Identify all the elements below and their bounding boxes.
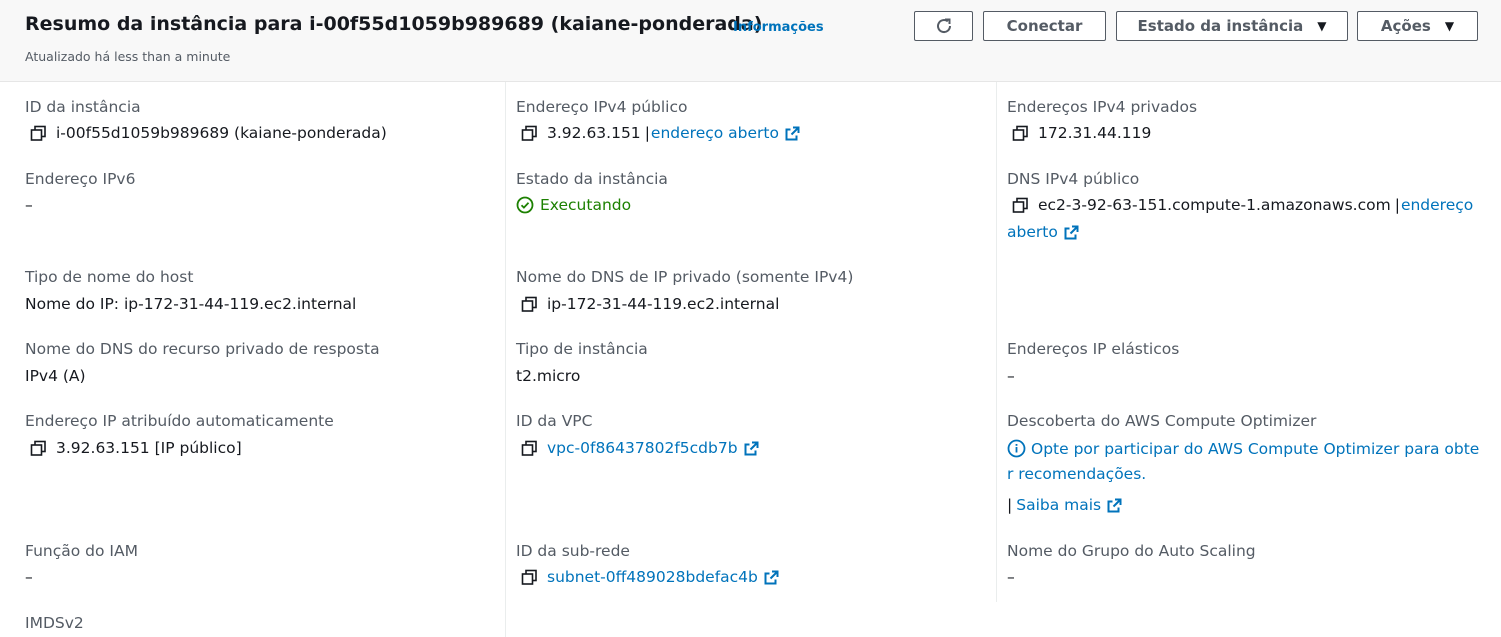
private-ipv4-label: Endereços IPv4 privados <box>1007 98 1198 116</box>
instance-state-text: Executando <box>540 196 632 214</box>
private-ipv4-value: 172.31.44.119 <box>1012 124 1151 142</box>
answer-dns-label: Nome do DNS do recurso privado de respos… <box>25 340 380 358</box>
instance-id-value: i-00f55d1059b989689 (kaiane-ponderada) <box>30 124 387 142</box>
public-dns-link-continued: aberto <box>1007 223 1080 241</box>
public-dns-text: ec2-3-92-63-151.compute-1.amazonaws.com <box>1038 196 1391 214</box>
summary-header: Resumo da instância para i-00f55d1059b98… <box>0 0 1501 82</box>
refresh-icon <box>936 18 951 34</box>
ipv6-label: Endereço IPv6 <box>25 170 136 188</box>
external-link-icon[interactable] <box>1106 497 1123 514</box>
private-ipv4-text: 172.31.44.119 <box>1038 124 1152 142</box>
copy-icon[interactable] <box>521 440 538 457</box>
external-link-icon[interactable] <box>763 569 780 586</box>
compute-optimizer-label: Descoberta do AWS Compute Optimizer <box>1007 412 1317 430</box>
private-dns-value: ip-172-31-44-119.ec2.internal <box>521 295 779 313</box>
private-dns-label: Nome do DNS de IP privado (somente IPv4) <box>516 268 854 286</box>
copy-icon[interactable] <box>30 440 47 457</box>
copy-icon[interactable] <box>1012 197 1029 214</box>
column-divider <box>505 82 506 637</box>
column-divider <box>996 82 997 602</box>
external-link-icon[interactable] <box>1063 224 1080 241</box>
connect-button[interactable]: Conectar <box>983 11 1106 41</box>
instance-state-value: Executando <box>516 196 631 214</box>
vpc-id-link[interactable]: vpc-0f86437802f5cdb7b <box>547 439 738 457</box>
check-circle-icon <box>516 196 534 214</box>
subnet-id-value: subnet-0ff489028bdefac4b <box>521 568 780 586</box>
opt-in-link[interactable]: Opte por participar do AWS Compute Optim… <box>1031 440 1479 458</box>
caret-down-icon: ▼ <box>1444 19 1455 33</box>
asg-name-value: – <box>1007 568 1015 586</box>
elastic-ips-label: Endereços IP elásticos <box>1007 340 1180 358</box>
public-ipv4-label: Endereço IPv4 público <box>516 98 688 116</box>
ipv6-value: – <box>25 196 33 214</box>
instance-id-text: i-00f55d1059b989689 (kaiane-ponderada) <box>56 124 387 142</box>
copy-icon[interactable] <box>521 296 538 313</box>
answer-dns-value: IPv4 (A) <box>25 367 86 385</box>
instance-type-label: Tipo de instância <box>516 340 648 358</box>
separator: | <box>1007 496 1013 514</box>
subnet-id-link[interactable]: subnet-0ff489028bdefac4b <box>547 568 758 586</box>
imdsv2-label: IMDSv2 <box>25 614 84 632</box>
info-icon <box>1007 439 1026 458</box>
public-ipv4-value: 3.92.63.151 | endereço aberto <box>521 124 801 142</box>
learn-more-link[interactable]: Saiba mais <box>1016 496 1101 514</box>
iam-role-value: – <box>25 568 33 586</box>
compute-optimizer-line1: Opte por participar do AWS Compute Optim… <box>1007 439 1479 458</box>
copy-icon[interactable] <box>1012 125 1029 142</box>
instance-id-label: ID da instância <box>25 98 141 116</box>
compute-optimizer-line2: r recomendações. <box>1007 465 1146 483</box>
instance-type-value: t2.micro <box>516 367 581 385</box>
hostname-type-label: Tipo de nome do host <box>25 268 194 286</box>
last-updated-text: Atualizado há less than a minute <box>25 49 231 64</box>
subnet-id-label: ID da sub-rede <box>516 542 630 560</box>
copy-icon[interactable] <box>521 569 538 586</box>
public-ipv4-text: 3.92.63.151 <box>547 124 641 142</box>
page-title: Resumo da instância para i-00f55d1059b98… <box>25 13 763 35</box>
instance-state-menu-label: Estado da instância <box>1137 17 1304 35</box>
learn-more-row: | Saiba mais <box>1007 496 1123 514</box>
refresh-button[interactable] <box>914 11 973 41</box>
copy-icon[interactable] <box>521 125 538 142</box>
open-address-link[interactable]: endereço <box>1401 196 1473 214</box>
external-link-icon[interactable] <box>784 125 801 142</box>
asg-name-label: Nome do Grupo do Auto Scaling <box>1007 542 1256 560</box>
auto-ip-label: Endereço IP atribuído automaticamente <box>25 412 334 430</box>
public-dns-label: DNS IPv4 público <box>1007 170 1140 188</box>
elastic-ips-value: – <box>1007 367 1015 385</box>
private-dns-text: ip-172-31-44-119.ec2.internal <box>547 295 780 313</box>
open-address-link[interactable]: endereço aberto <box>651 124 779 142</box>
instance-state-menu[interactable]: Estado da instância ▼ <box>1116 11 1348 41</box>
actions-menu[interactable]: Ações ▼ <box>1357 11 1478 41</box>
vpc-id-value: vpc-0f86437802f5cdb7b <box>521 439 760 457</box>
opt-in-link-continued[interactable]: r recomendações. <box>1007 465 1146 483</box>
hostname-type-value: Nome do IP: ip-172-31-44-119.ec2.interna… <box>25 295 357 313</box>
open-address-link-continued[interactable]: aberto <box>1007 223 1058 241</box>
iam-role-label: Função do IAM <box>25 542 138 560</box>
separator: | <box>644 124 650 142</box>
auto-ip-value: 3.92.63.151 [IP público] <box>30 439 242 457</box>
auto-ip-text: 3.92.63.151 [IP público] <box>56 439 242 457</box>
copy-icon[interactable] <box>30 125 47 142</box>
public-dns-value: ec2-3-92-63-151.compute-1.amazonaws.com … <box>1012 196 1473 214</box>
info-link[interactable]: Informações <box>733 20 824 35</box>
instance-state-label: Estado da instância <box>516 170 668 188</box>
vpc-id-label: ID da VPC <box>516 412 593 430</box>
caret-down-icon: ▼ <box>1317 19 1327 33</box>
separator: | <box>1394 196 1400 214</box>
external-link-icon[interactable] <box>743 440 760 457</box>
actions-menu-label: Ações <box>1380 17 1431 35</box>
